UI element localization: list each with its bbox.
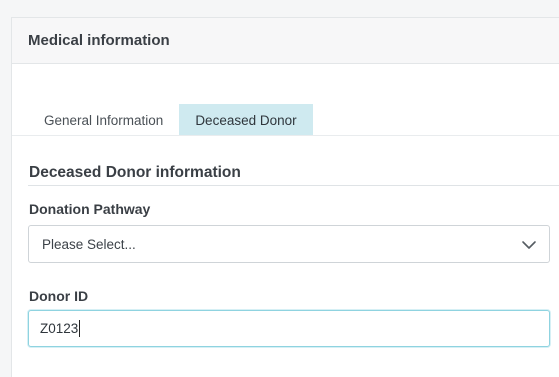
donation-pathway-selected-value: Please Select...	[42, 236, 136, 252]
tabs-divider	[12, 135, 559, 136]
donor-id-label: Donor ID	[29, 288, 89, 304]
panel-header: Medical information	[12, 18, 559, 64]
text-caret	[79, 320, 81, 337]
tab-bar: General Information Deceased Donor	[28, 104, 313, 136]
panel-title: Medical information	[28, 32, 170, 49]
tab-deceased-donor[interactable]: Deceased Donor	[179, 104, 313, 136]
section-divider	[28, 185, 559, 186]
section-title: Deceased Donor information	[29, 164, 241, 181]
donation-pathway-select[interactable]: Please Select...	[28, 225, 550, 263]
donor-id-input[interactable]: Z0123	[28, 310, 550, 347]
medical-information-panel: Medical information General Information …	[11, 17, 559, 377]
chevron-down-icon	[522, 241, 536, 249]
donor-id-value: Z0123	[40, 321, 79, 336]
donation-pathway-label: Donation Pathway	[29, 201, 151, 217]
tab-general-information[interactable]: General Information	[28, 104, 179, 136]
